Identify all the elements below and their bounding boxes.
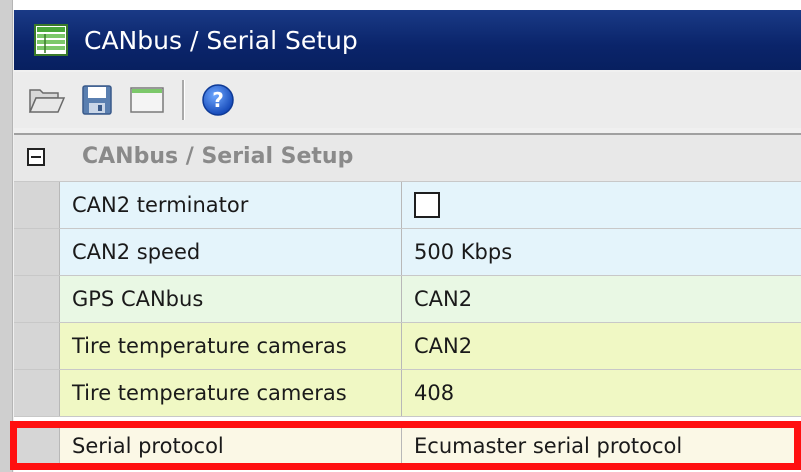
toolbar: ?	[14, 72, 801, 128]
property-value[interactable]: 408	[402, 370, 801, 416]
svg-text:?: ?	[212, 88, 224, 112]
property-row-can2-speed[interactable]: CAN2 speed 500 Kbps	[14, 229, 801, 276]
save-disk-icon	[82, 85, 112, 115]
row-gutter	[14, 423, 60, 469]
category-label: CANbus / Serial Setup	[82, 144, 354, 169]
collapse-toggle-icon[interactable]	[27, 148, 45, 166]
row-gutter	[14, 323, 60, 369]
row-gutter	[14, 229, 60, 275]
window-top-edge	[0, 0, 801, 10]
property-sheet-icon	[34, 24, 68, 56]
property-row-tire-temperature-cameras-bus[interactable]: Tire temperature cameras CAN2	[14, 323, 801, 370]
property-row-tire-temperature-cameras-id[interactable]: Tire temperature cameras 408	[14, 370, 801, 417]
property-grid: CANbus / Serial Setup CAN2 terminator CA…	[14, 133, 801, 472]
title-bar: CANbus / Serial Setup	[14, 10, 801, 70]
property-name: Serial protocol	[60, 423, 402, 469]
can2-terminator-checkbox[interactable]	[414, 192, 440, 218]
property-value[interactable]	[402, 182, 801, 228]
property-value[interactable]: CAN2	[402, 276, 801, 322]
window-icon	[130, 87, 164, 113]
open-button[interactable]	[24, 77, 70, 123]
property-name: GPS CANbus	[60, 276, 402, 322]
property-row-gps-canbus[interactable]: GPS CANbus CAN2	[14, 276, 801, 323]
row-gutter	[14, 276, 60, 322]
property-value[interactable]: 500 Kbps	[402, 229, 801, 275]
help-icon: ?	[202, 84, 234, 116]
window-button[interactable]	[124, 77, 170, 123]
open-folder-icon	[28, 89, 66, 113]
window-left-edge	[0, 0, 13, 472]
property-name: Tire temperature cameras	[60, 370, 402, 416]
property-name: CAN2 terminator	[60, 182, 402, 228]
property-value[interactable]: Ecumaster serial protocol	[402, 423, 801, 469]
property-value[interactable]: CAN2	[402, 323, 801, 369]
window-title: CANbus / Serial Setup	[84, 25, 358, 55]
property-name: CAN2 speed	[60, 229, 402, 275]
category-row[interactable]: CANbus / Serial Setup	[14, 135, 801, 182]
toolbar-separator	[182, 80, 185, 120]
property-row-can2-terminator[interactable]: CAN2 terminator	[14, 182, 801, 229]
property-row-serial-protocol[interactable]: Serial protocol Ecumaster serial protoco…	[14, 423, 801, 470]
row-gutter	[14, 370, 60, 416]
row-gutter	[14, 182, 60, 228]
setup-window: CANbus / Serial Setup ? CANbus / Serial …	[0, 0, 801, 472]
property-name: Tire temperature cameras	[60, 323, 402, 369]
save-button[interactable]	[74, 77, 120, 123]
help-button[interactable]: ?	[195, 77, 241, 123]
